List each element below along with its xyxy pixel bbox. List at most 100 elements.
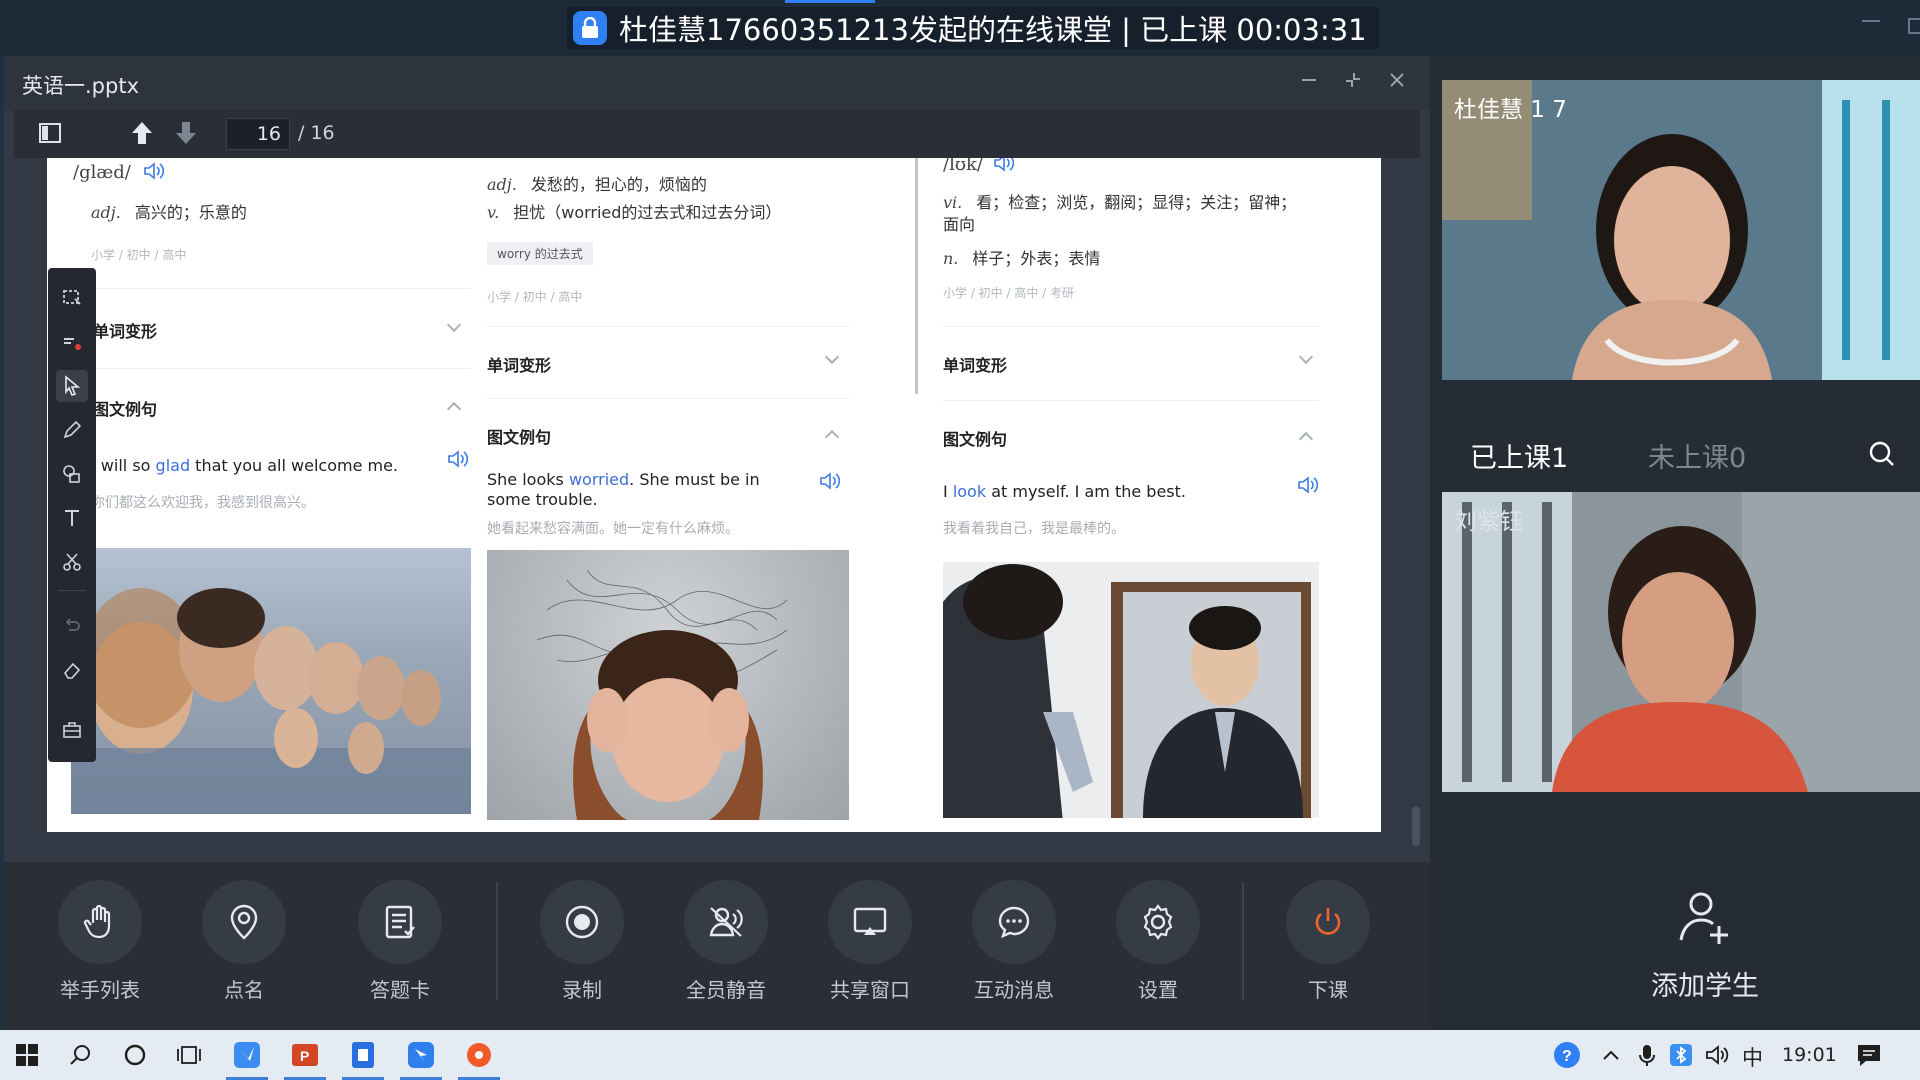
prev-page-icon[interactable] (130, 120, 154, 150)
speaker-icon[interactable] (143, 162, 165, 184)
speaker-icon[interactable] (1297, 476, 1319, 498)
add-student-label: 添加学生 (1651, 971, 1759, 1002)
section-examples[interactable]: 图文例句 (487, 424, 551, 448)
settings-button[interactable]: 设置 (1098, 880, 1218, 1003)
taskbar-app-doc-icon[interactable] (342, 1038, 384, 1080)
speaker-icon[interactable] (447, 450, 469, 472)
word-card-look: /lʊk/ vi. 看；检查；浏览，翻阅；显得；关注；留神；面向 n. 样子；外表；… (943, 158, 1373, 832)
example-sentence: I will so glad that you all welcome me. (91, 456, 399, 475)
system-clock[interactable]: 19:01 (1782, 1044, 1837, 1066)
divider (91, 288, 471, 289)
hand-icon (58, 880, 142, 964)
example-sentence: I look at myself. I am the best. (943, 482, 1186, 501)
window-minimize-button[interactable] (1862, 20, 1880, 22)
cortana-icon[interactable] (118, 1038, 152, 1072)
doc-restore-button[interactable] (1340, 70, 1366, 96)
tab-absent[interactable]: 未上课0 (1648, 436, 1746, 475)
example-translation: 她看起来愁容满面。她一定有什么麻烦。 (487, 521, 739, 537)
undo-icon[interactable] (56, 610, 88, 642)
mute-all-button[interactable]: 全员静音 (666, 880, 786, 1003)
cursor-icon[interactable] (56, 370, 88, 402)
mute-all-icon (684, 880, 768, 964)
section-examples[interactable]: 图文例句 (93, 396, 157, 420)
os-taskbar: P ? 中 19:01 (0, 1030, 1920, 1080)
inflection-tag[interactable]: worry 的过去式 (487, 242, 593, 265)
definition-noun: n. 样子；外表；表情 (943, 249, 1101, 268)
example-photo-worried-woman (487, 550, 849, 820)
bluetooth-icon[interactable] (1664, 1038, 1698, 1072)
divider (487, 398, 849, 399)
scissors-icon[interactable] (56, 546, 88, 578)
add-user-icon (1620, 886, 1790, 954)
interactive-messages-button[interactable]: 互动消息 (954, 880, 1074, 1003)
chevron-down-icon[interactable] (1298, 349, 1314, 365)
pen-icon[interactable] (56, 414, 88, 446)
chevron-up-icon[interactable] (1298, 431, 1314, 447)
laser-pointer-icon[interactable] (56, 326, 88, 358)
volume-icon[interactable] (1700, 1038, 1734, 1072)
divider (487, 326, 849, 327)
roll-call-button[interactable]: 点名 (184, 880, 304, 1003)
answer-card-button[interactable]: 答题卡 (340, 880, 460, 1003)
section-word-forms[interactable]: 单词变形 (487, 352, 551, 376)
record-button[interactable]: 录制 (522, 880, 642, 1003)
chevron-up-icon[interactable] (1594, 1038, 1628, 1072)
svg-text:?: ? (1562, 1048, 1572, 1065)
divider (943, 400, 1319, 401)
example-photo-mirror-man (943, 562, 1319, 818)
sidebar-toggle-icon[interactable] (38, 122, 62, 148)
add-student-button[interactable]: 添加学生 (1620, 886, 1790, 1003)
definition-vi: vi. 看；检查；浏览，翻阅；显得；关注；留神；面向 (943, 193, 1297, 234)
toolbox-icon[interactable] (56, 714, 88, 746)
end-class-button[interactable]: 下课 (1268, 880, 1388, 1003)
section-word-forms[interactable]: 单词变形 (93, 318, 157, 342)
section-word-forms[interactable]: 单词变形 (943, 352, 1007, 376)
chevron-down-icon[interactable] (446, 317, 462, 333)
chevron-up-icon[interactable] (446, 401, 462, 417)
tab-attended[interactable]: 已上课1 (1470, 436, 1568, 475)
slide-canvas: /glæd/ adj. 高兴的；乐意的 小学 / 初中 / 高中 单词变形 图文例… (47, 158, 1381, 832)
help-icon[interactable]: ? (1550, 1038, 1584, 1072)
section-examples[interactable]: 图文例句 (943, 426, 1007, 450)
speaker-icon[interactable] (819, 472, 841, 494)
window-maximize-button[interactable] (1908, 18, 1920, 34)
example-photo-happy-group (71, 548, 471, 814)
attendance-tabs: 已上课1 未上课0 (1430, 418, 1920, 488)
raise-hand-list-button[interactable]: 举手列表 (40, 880, 160, 1003)
taskbar-app-classroom-icon[interactable] (458, 1038, 500, 1080)
input-method-indicator[interactable]: 中 (1742, 1042, 1763, 1072)
rail-divider (58, 590, 86, 591)
share-window-button[interactable]: 共享窗口 (810, 880, 930, 1003)
word-card-worried: adj. 发愁的，担心的，烦恼的 v. 担忧（worried的过去式和过去分词） w… (487, 158, 917, 832)
microphone-icon[interactable] (1630, 1038, 1664, 1072)
page-total: / 16 (298, 122, 335, 144)
taskbar-app-dingtalk-icon[interactable] (400, 1038, 442, 1080)
student-video[interactable]: 刘紫钰 (1442, 492, 1920, 792)
select-area-icon[interactable] (56, 282, 88, 314)
slide-scrollbar[interactable] (1412, 806, 1420, 846)
search-icon[interactable] (64, 1038, 98, 1072)
doc-minimize-button[interactable] (1296, 70, 1322, 96)
next-page-icon[interactable] (174, 120, 198, 150)
taskbar-app-feishu-icon[interactable] (226, 1038, 268, 1080)
notification-icon[interactable] (1852, 1038, 1886, 1072)
page-number-input[interactable]: 16 (226, 118, 290, 150)
windows-start-icon[interactable] (10, 1038, 44, 1072)
shapes-icon[interactable] (56, 458, 88, 490)
phonetic: /lʊk/ (943, 158, 983, 175)
taskbar-app-powerpoint-icon[interactable]: P (284, 1038, 326, 1080)
task-view-icon[interactable] (172, 1038, 206, 1072)
eraser-icon[interactable] (56, 654, 88, 686)
chevron-down-icon[interactable] (824, 349, 840, 365)
speaker-icon[interactable] (993, 158, 1015, 176)
example-sentence: She looks worried. She must be in some t… (487, 470, 760, 509)
document-file-name: 英语一.pptx (22, 74, 139, 98)
text-tool-icon[interactable] (56, 502, 88, 534)
gear-icon (1116, 880, 1200, 964)
chevron-up-icon[interactable] (824, 429, 840, 445)
doc-close-button[interactable] (1384, 70, 1410, 96)
divider (943, 326, 1319, 327)
teacher-video[interactable]: 杜佳慧 1 7 (1442, 80, 1920, 380)
example-translation: 你们都这么欢迎我，我感到很高兴。 (91, 495, 315, 511)
search-icon[interactable] (1868, 440, 1896, 472)
